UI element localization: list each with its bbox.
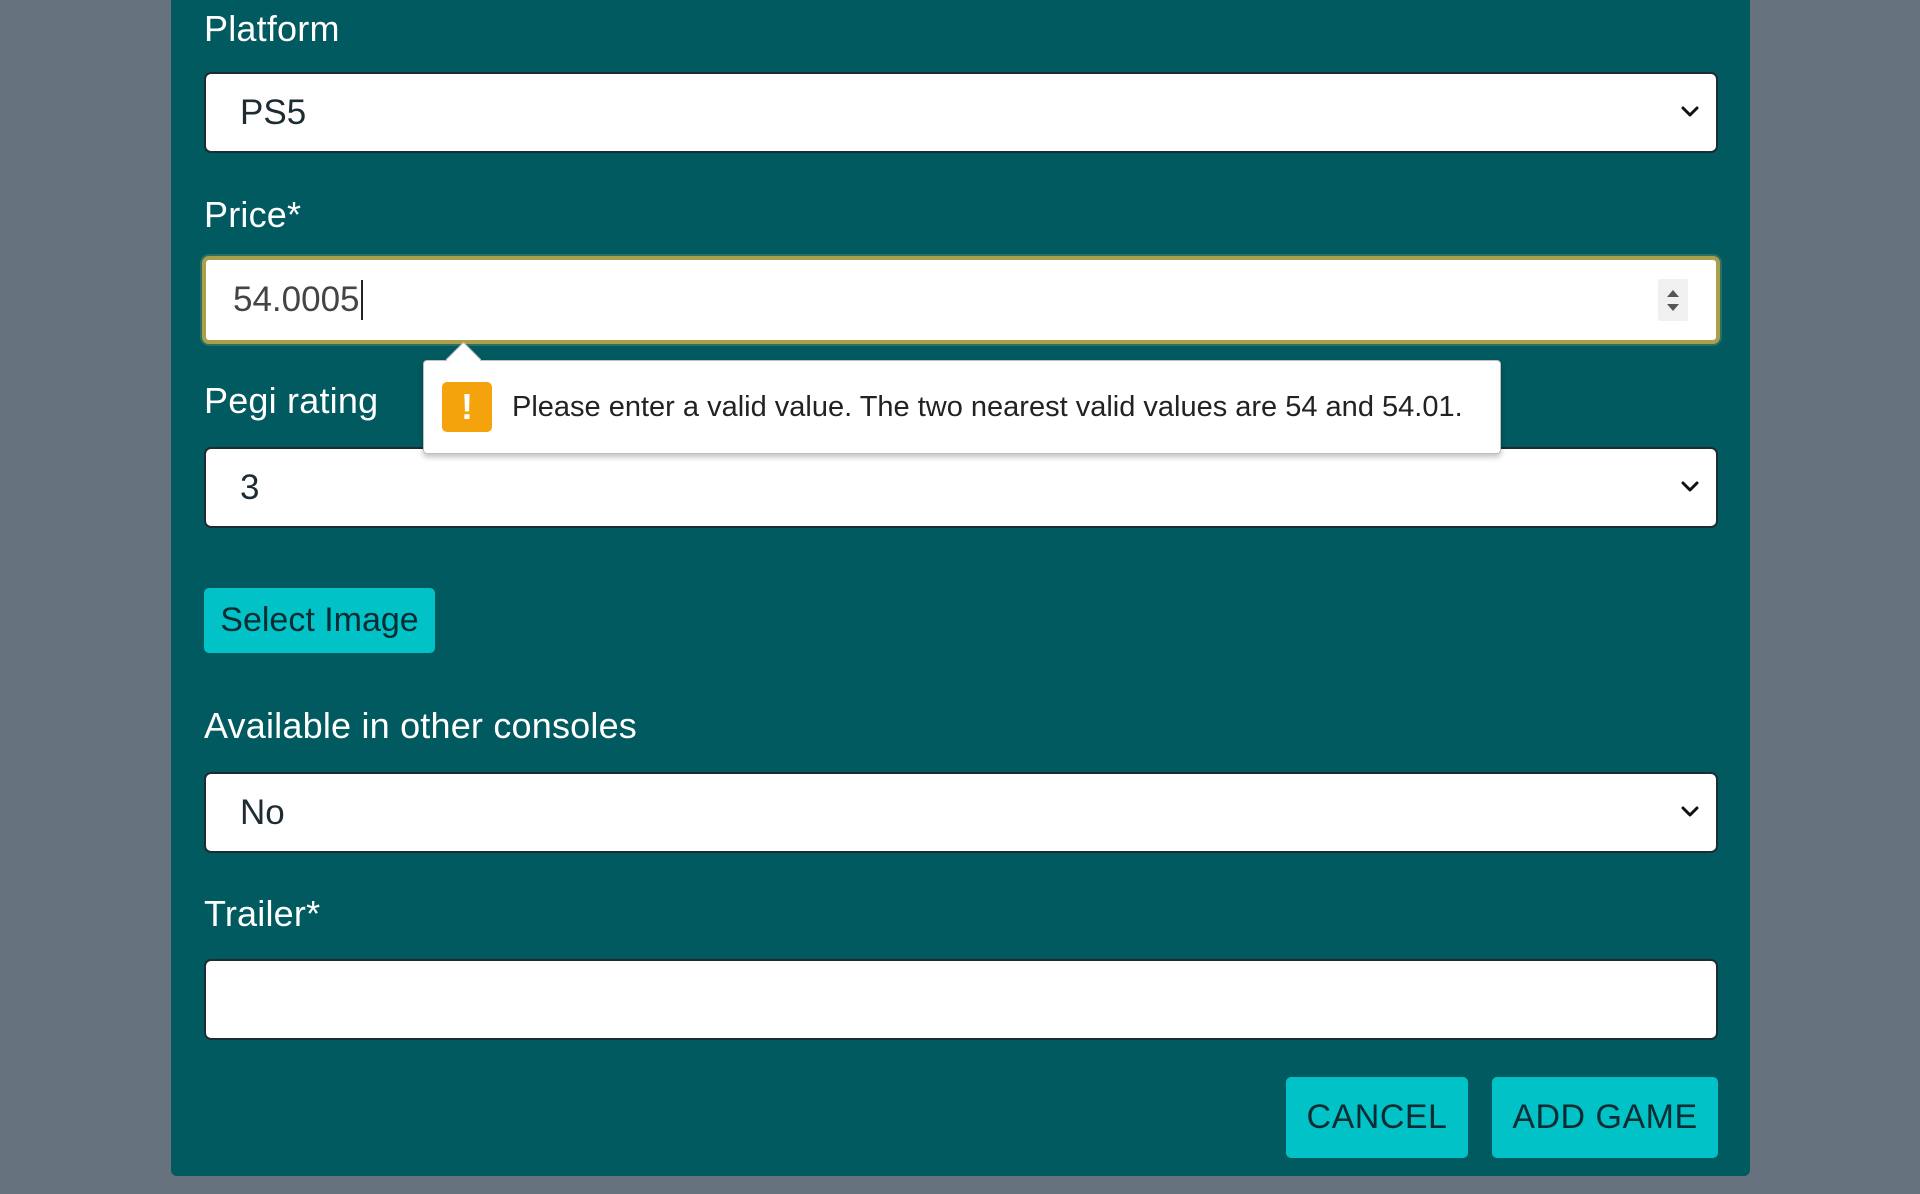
- spinner-arrows-icon: [1667, 290, 1679, 311]
- price-label: Price*: [204, 194, 302, 235]
- platform-label: Platform: [204, 8, 340, 49]
- pegi-label: Pegi rating: [204, 380, 379, 421]
- platform-value: PS5: [240, 92, 307, 132]
- chevron-down-icon: [1681, 806, 1699, 816]
- chevron-down-icon: [1681, 481, 1699, 491]
- trailer-label: Trailer*: [204, 893, 321, 934]
- add-game-button[interactable]: ADD GAME: [1492, 1077, 1718, 1158]
- pegi-value: 3: [240, 467, 260, 507]
- validation-tooltip: ! Please enter a valid value. The two ne…: [423, 360, 1501, 454]
- price-input[interactable]: 54.0005: [202, 256, 1720, 344]
- other-consoles-value: No: [240, 792, 285, 832]
- text-caret: [360, 280, 363, 320]
- exclamation-icon: !: [442, 382, 492, 432]
- select-image-button[interactable]: Select Image: [204, 588, 435, 653]
- platform-select[interactable]: PS5: [204, 72, 1718, 153]
- other-consoles-select[interactable]: No: [204, 772, 1718, 853]
- validation-message: Please enter a valid value. The two near…: [512, 390, 1463, 423]
- cancel-button[interactable]: CANCEL: [1286, 1077, 1468, 1158]
- other-consoles-label: Available in other consoles: [204, 705, 638, 746]
- price-value: 54.0005: [233, 280, 360, 319]
- price-spinner[interactable]: [1658, 279, 1688, 321]
- chevron-down-icon: [1681, 106, 1699, 116]
- add-game-form: Platform PS5 Price* 54.0005 ! Please ent…: [171, 0, 1750, 1176]
- trailer-input[interactable]: [204, 959, 1718, 1040]
- pegi-select[interactable]: 3: [204, 447, 1718, 528]
